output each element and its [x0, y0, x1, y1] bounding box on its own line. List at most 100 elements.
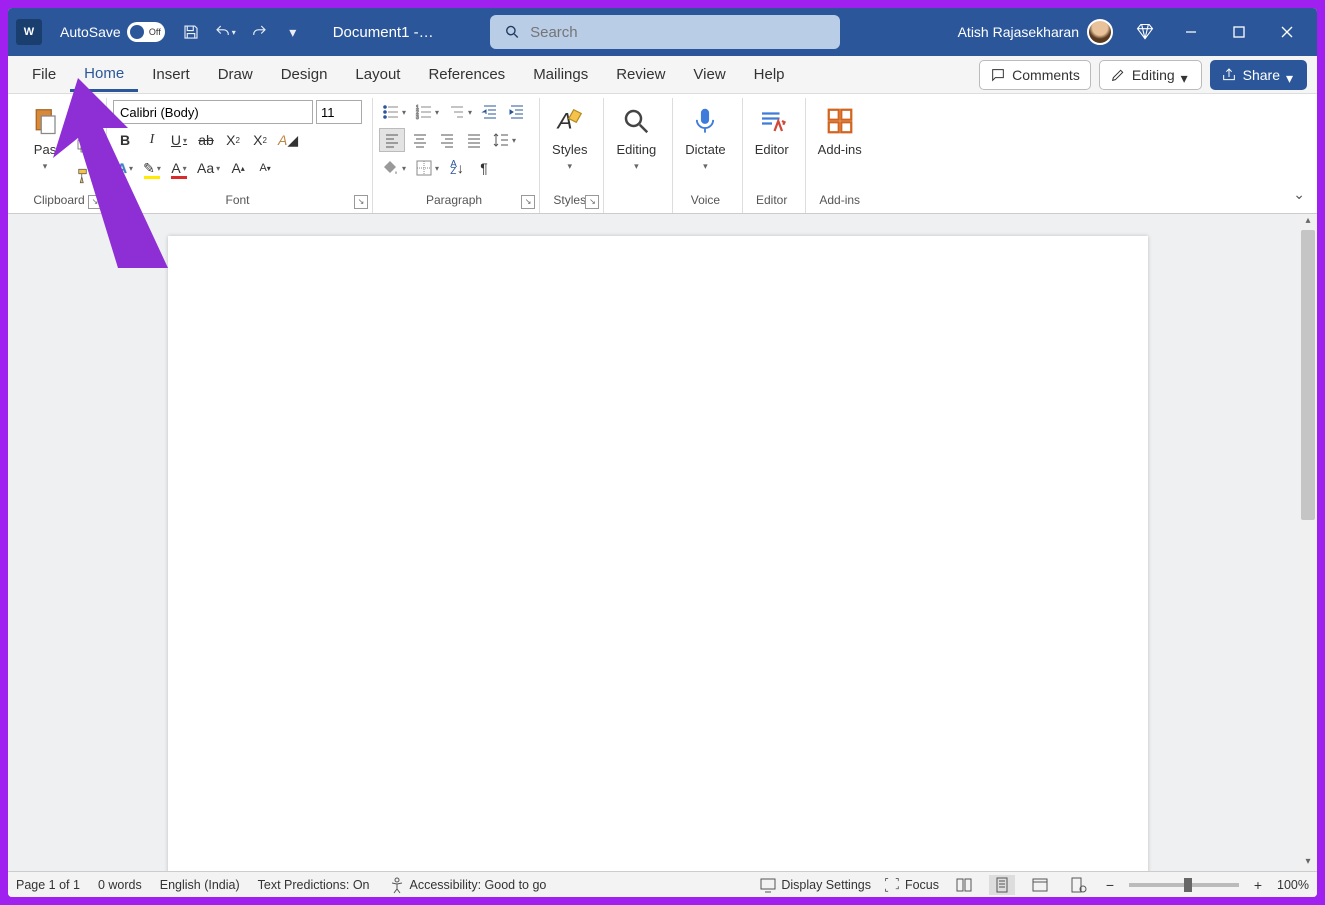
zoom-out-button[interactable]: −: [1103, 877, 1117, 893]
styles-dialog-launcher[interactable]: ↘: [585, 195, 599, 209]
tab-insert[interactable]: Insert: [138, 59, 204, 90]
format-painter-button[interactable]: [72, 164, 96, 188]
scrollbar-thumb[interactable]: [1301, 230, 1315, 520]
close-button[interactable]: [1265, 16, 1309, 48]
page-indicator[interactable]: Page 1 of 1: [16, 878, 80, 892]
borders-button[interactable]: ▾: [412, 156, 442, 180]
focus-mode[interactable]: Focus: [883, 876, 939, 894]
zoom-slider-handle[interactable]: [1184, 878, 1192, 892]
align-right-button[interactable]: [435, 128, 459, 152]
tab-view[interactable]: View: [679, 59, 739, 90]
zoom-percent[interactable]: 100%: [1277, 878, 1309, 892]
voice-group-label: Voice: [679, 191, 731, 211]
print-layout-button[interactable]: [989, 875, 1015, 895]
tab-help[interactable]: Help: [740, 59, 799, 90]
cut-button[interactable]: [72, 104, 96, 128]
change-case-button[interactable]: Aa▾: [194, 156, 223, 180]
scroll-up-arrow[interactable]: ▴: [1301, 215, 1315, 229]
underline-button[interactable]: U▾: [167, 128, 191, 152]
numbering-button[interactable]: 123▾: [412, 100, 442, 124]
tab-mailings[interactable]: Mailings: [519, 59, 602, 90]
maximize-button[interactable]: [1217, 16, 1261, 48]
read-mode-button[interactable]: [951, 875, 977, 895]
shading-button[interactable]: ▾: [379, 156, 409, 180]
text-predictions[interactable]: Text Predictions: On: [258, 878, 370, 892]
editor-button[interactable]: Editor: [749, 100, 795, 161]
copy-button[interactable]: [72, 134, 96, 158]
diamond-icon[interactable]: [1135, 22, 1155, 42]
editing-button[interactable]: Editing▾: [610, 100, 662, 176]
superscript-button[interactable]: X2: [248, 128, 272, 152]
word-count[interactable]: 0 words: [98, 878, 142, 892]
multilevel-list-button[interactable]: ▾: [445, 100, 475, 124]
group-voice: Dictate▾ Voice: [673, 98, 742, 213]
minimize-button[interactable]: [1169, 16, 1213, 48]
trackchanges-indicator[interactable]: [1065, 875, 1091, 895]
addins-button[interactable]: Add-ins: [812, 100, 868, 161]
grow-font-button[interactable]: A▴: [226, 156, 250, 180]
search-box[interactable]: [490, 15, 840, 49]
collapse-ribbon-button[interactable]: ⌄: [1293, 186, 1305, 203]
search-input[interactable]: [530, 24, 825, 41]
font-name-combo[interactable]: [113, 100, 313, 124]
editor-icon: [755, 104, 789, 138]
vertical-scrollbar[interactable]: ▴ ▾: [1299, 214, 1317, 871]
share-button[interactable]: Share ▾: [1210, 60, 1307, 90]
styles-button[interactable]: A Styles▾: [546, 100, 593, 176]
autosave-toggle[interactable]: AutoSave Off: [60, 22, 165, 42]
web-layout-button[interactable]: [1027, 875, 1053, 895]
align-center-button[interactable]: [408, 128, 432, 152]
comments-button[interactable]: Comments: [979, 60, 1091, 90]
tab-home[interactable]: Home: [70, 58, 138, 92]
clipboard-dialog-launcher[interactable]: ↘: [88, 195, 102, 209]
zoom-in-button[interactable]: +: [1251, 877, 1265, 893]
scroll-down-arrow[interactable]: ▾: [1301, 856, 1315, 870]
bold-button[interactable]: B: [113, 128, 137, 152]
autosave-label: AutoSave: [60, 24, 121, 40]
save-button[interactable]: [177, 18, 205, 46]
strikethrough-button[interactable]: ab: [194, 128, 218, 152]
document-page[interactable]: [168, 236, 1148, 871]
line-spacing-button[interactable]: ▾: [489, 128, 519, 152]
display-settings[interactable]: Display Settings: [759, 876, 871, 894]
tab-layout[interactable]: Layout: [341, 59, 414, 90]
language-indicator[interactable]: English (India): [160, 878, 240, 892]
accessibility-check[interactable]: Accessibility: Good to go: [388, 876, 547, 894]
zoom-slider[interactable]: [1129, 883, 1239, 887]
font-dialog-launcher[interactable]: ↘: [354, 195, 368, 209]
editing-mode-button[interactable]: Editing ▾: [1099, 60, 1202, 90]
document-title[interactable]: Document1 -…: [333, 24, 434, 41]
dictate-button[interactable]: Dictate▾: [679, 100, 731, 176]
font-size-combo[interactable]: [316, 100, 362, 124]
tab-file[interactable]: File: [18, 59, 70, 90]
tab-review[interactable]: Review: [602, 59, 679, 90]
clear-formatting-button[interactable]: A◢: [275, 128, 301, 152]
highlight-button[interactable]: ✎▾: [140, 156, 164, 180]
user-name[interactable]: Atish Rajasekharan: [958, 24, 1079, 40]
shrink-font-button[interactable]: A▾: [253, 156, 277, 180]
subscript-button[interactable]: X2: [221, 128, 245, 152]
undo-button[interactable]: ▾: [211, 18, 239, 46]
qat-customize-button[interactable]: ▾: [279, 18, 307, 46]
bullets-button[interactable]: ▾: [379, 100, 409, 124]
redo-button[interactable]: [245, 18, 273, 46]
paste-button[interactable]: Pas ▾: [22, 100, 68, 176]
tab-references[interactable]: References: [414, 59, 519, 90]
justify-button[interactable]: [462, 128, 486, 152]
avatar[interactable]: [1087, 19, 1113, 45]
font-color-button[interactable]: A▾: [167, 156, 191, 180]
show-marks-button[interactable]: ¶: [472, 156, 496, 180]
decrease-indent-button[interactable]: [478, 100, 502, 124]
sort-button[interactable]: AZ↓: [445, 156, 469, 180]
align-left-button[interactable]: [379, 128, 405, 152]
addins-icon: [823, 104, 857, 138]
toggle-switch[interactable]: Off: [127, 22, 165, 42]
text-effects-button[interactable]: A▾: [113, 156, 137, 180]
italic-button[interactable]: I: [140, 128, 164, 152]
tab-draw[interactable]: Draw: [204, 59, 267, 90]
chevron-down-icon: ▾: [1286, 70, 1296, 80]
paragraph-dialog-launcher[interactable]: ↘: [521, 195, 535, 209]
font-group-label: Font: [113, 191, 362, 211]
tab-design[interactable]: Design: [267, 59, 342, 90]
increase-indent-button[interactable]: [505, 100, 529, 124]
